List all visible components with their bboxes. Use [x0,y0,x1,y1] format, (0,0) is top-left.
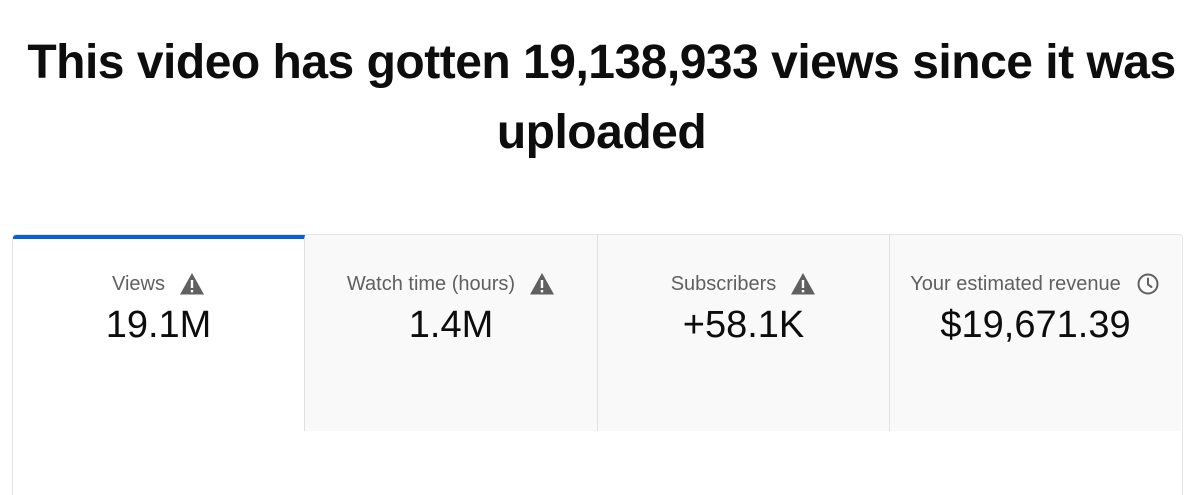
tab-label: Watch time (hours) [346,272,516,295]
tab-header: Watch time (hours) [305,271,597,297]
tab-value: $19,671.39 [940,304,1131,346]
warning-icon[interactable] [179,271,205,297]
tab-views[interactable]: Views 19.1M [13,235,305,431]
tab-value: 19.1M [105,304,212,346]
metric-tabs: Views 19.1M Watch time (hours) 1.4M Subs… [13,235,1182,431]
tab-label: Subscribers [670,272,777,295]
tab-estimated-revenue[interactable]: Your estimated revenue $19,671.39 [889,235,1181,431]
tab-header: Views [13,271,304,297]
metrics-card: Views 19.1M Watch time (hours) 1.4M Subs… [12,234,1183,495]
tab-header: Your estimated revenue [890,271,1181,297]
tab-value: 1.4M [408,304,494,346]
tab-label: Views [112,272,165,295]
tab-value: +58.1K [682,304,805,346]
warning-icon[interactable] [529,271,555,297]
headline-line-1: This video has gotten 19,138,933 views s… [27,36,1176,89]
warning-icon[interactable] [790,271,816,297]
headline-line-2: uploaded [496,106,707,159]
tab-label: Your estimated revenue [910,272,1121,295]
tab-watch-time[interactable]: Watch time (hours) 1.4M [305,235,597,431]
tab-subscribers[interactable]: Subscribers +58.1K [597,235,889,431]
tab-header: Subscribers [598,271,889,297]
page-headline: This video has gotten 19,138,933 views s… [0,28,1203,168]
clock-icon[interactable] [1135,271,1161,297]
